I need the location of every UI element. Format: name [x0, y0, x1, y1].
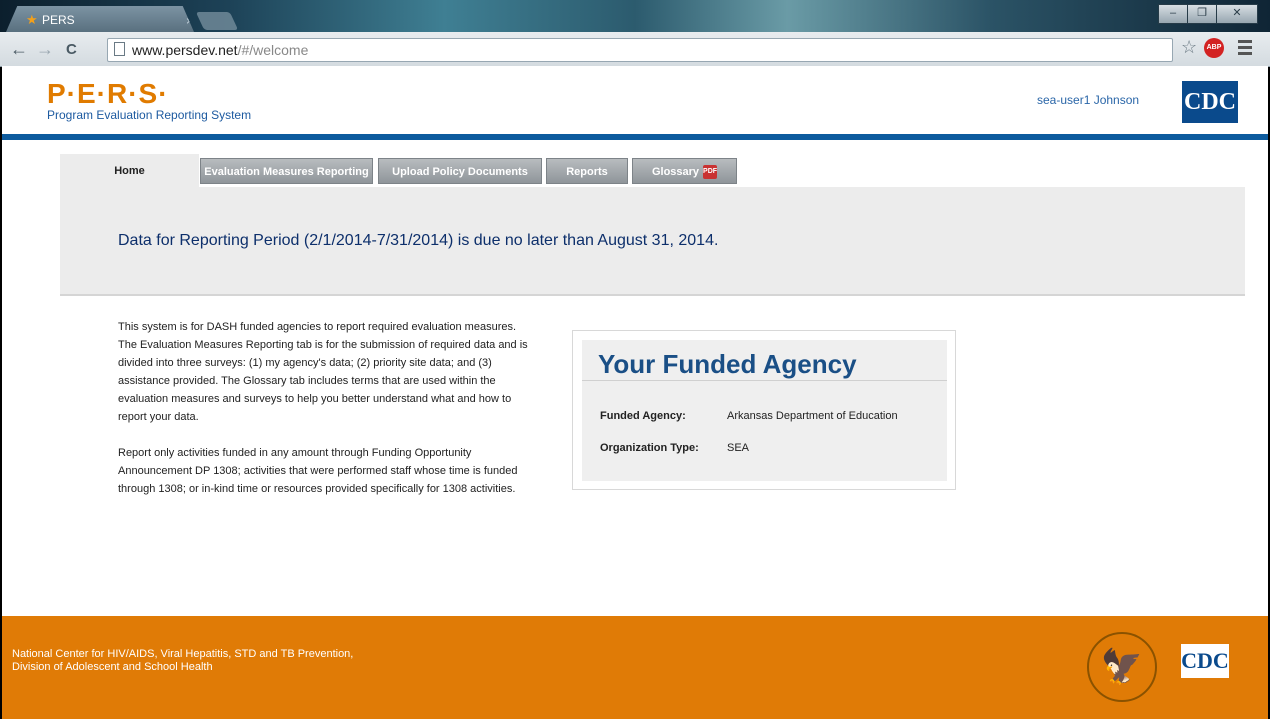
- menu-icon[interactable]: [1238, 40, 1252, 58]
- tab-glossary[interactable]: Glossary PDF: [632, 158, 737, 184]
- browser-chrome: ★ PERS × – ❐ ✕ ← → C www.persdev.net/#/w…: [0, 0, 1270, 67]
- address-bar[interactable]: www.persdev.net/#/welcome: [107, 38, 1173, 62]
- tab-home[interactable]: Home: [60, 154, 199, 187]
- funded-agency-value: Arkansas Department of Education: [727, 410, 898, 422]
- header-divider: [2, 134, 1268, 140]
- tab-evaluation-measures-reporting[interactable]: Evaluation Measures Reporting: [200, 158, 373, 184]
- page-icon: [114, 42, 125, 56]
- tab-upload-policy-documents[interactable]: Upload Policy Documents: [378, 158, 542, 184]
- organization-type-value: SEA: [727, 442, 750, 454]
- browser-tab[interactable]: ★ PERS ×: [6, 6, 194, 32]
- site-tagline: Program Evaluation Reporting System: [47, 108, 252, 122]
- cdc-logo: CDC: [1182, 81, 1238, 123]
- footer-text: National Center for HIV/AIDS, Viral Hepa…: [12, 648, 353, 674]
- main-nav: Home Evaluation Measures Reporting Uploa…: [60, 154, 1245, 187]
- reload-icon[interactable]: C: [66, 41, 77, 59]
- browser-toolbar: ← → C www.persdev.net/#/welcome ☆ ABP: [0, 32, 1270, 67]
- tab-title: PERS: [42, 13, 75, 27]
- footer-line-2: Division of Adolescent and School Health: [12, 661, 213, 673]
- footer-line-1: National Center for HIV/AIDS, Viral Hepa…: [12, 648, 354, 660]
- user-name[interactable]: sea-user1 Johnson: [1037, 93, 1139, 107]
- site-header: P·E·R·S· Program Evaluation Reporting Sy…: [2, 66, 1268, 134]
- funded-agency-card: Your Funded Agency Funded Agency: Arkans…: [572, 330, 956, 490]
- maximize-button[interactable]: ❐: [1187, 4, 1217, 24]
- close-window-button[interactable]: ✕: [1216, 4, 1258, 24]
- bookmark-star-icon[interactable]: ☆: [1181, 37, 1197, 58]
- tab-close-icon[interactable]: ×: [186, 14, 193, 28]
- footer-cdc-logo: CDC: [1181, 644, 1229, 678]
- funded-agency-panel: Your Funded Agency Funded Agency: Arkans…: [582, 340, 947, 481]
- star-favicon-icon: ★: [26, 12, 38, 27]
- tab-reports[interactable]: Reports: [546, 158, 628, 184]
- intro-text: This system is for DASH funded agencies …: [118, 318, 528, 516]
- pers-logo[interactable]: P·E·R·S·: [47, 78, 169, 110]
- tab-glossary-label: Glossary: [651, 166, 700, 178]
- site-footer: National Center for HIV/AIDS, Viral Hepa…: [2, 616, 1268, 719]
- pdf-icon: PDF: [703, 165, 718, 180]
- funded-agency-label: Funded Agency:: [600, 410, 686, 422]
- new-tab-button[interactable]: [195, 12, 239, 30]
- funded-agency-title: Your Funded Agency: [598, 349, 857, 379]
- tab-strip: ★ PERS × – ❐ ✕: [0, 0, 1270, 32]
- url-text: www.persdev.net/#/welcome: [132, 42, 309, 58]
- intro-paragraph-2: Report only activities funded in any amo…: [118, 447, 518, 495]
- page-content: P·E·R·S· Program Evaluation Reporting Sy…: [2, 66, 1268, 719]
- forward-arrow-icon[interactable]: →: [36, 40, 54, 58]
- back-arrow-icon[interactable]: ←: [10, 40, 28, 58]
- reporting-period-notice: Data for Reporting Period (2/1/2014-7/31…: [118, 232, 719, 249]
- funded-agency-row: Funded Agency: Arkansas Department of Ed…: [600, 410, 898, 422]
- minimize-button[interactable]: –: [1158, 4, 1188, 24]
- intro-paragraph-1: This system is for DASH funded agencies …: [118, 321, 528, 423]
- divider: [582, 380, 947, 381]
- organization-type-row: Organization Type: SEA: [600, 442, 749, 454]
- window-controls: – ❐ ✕: [1158, 4, 1258, 24]
- organization-type-label: Organization Type:: [600, 442, 699, 454]
- reporting-banner: Data for Reporting Period (2/1/2014-7/31…: [60, 187, 1245, 296]
- adblock-icon[interactable]: ABP: [1204, 38, 1224, 58]
- hhs-seal-icon: 🦅: [1087, 632, 1157, 702]
